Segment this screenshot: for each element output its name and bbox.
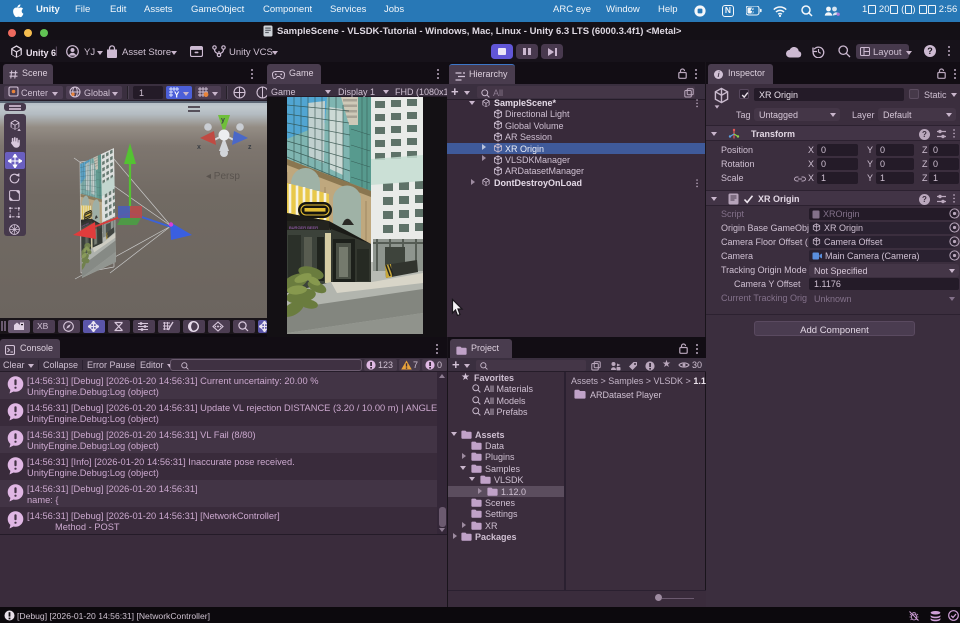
svg-text:Y: Y [174, 90, 180, 98]
svg-text:z: z [248, 144, 252, 151]
svg-text:y: y [221, 117, 225, 124]
svg-text:x: x [197, 144, 201, 151]
